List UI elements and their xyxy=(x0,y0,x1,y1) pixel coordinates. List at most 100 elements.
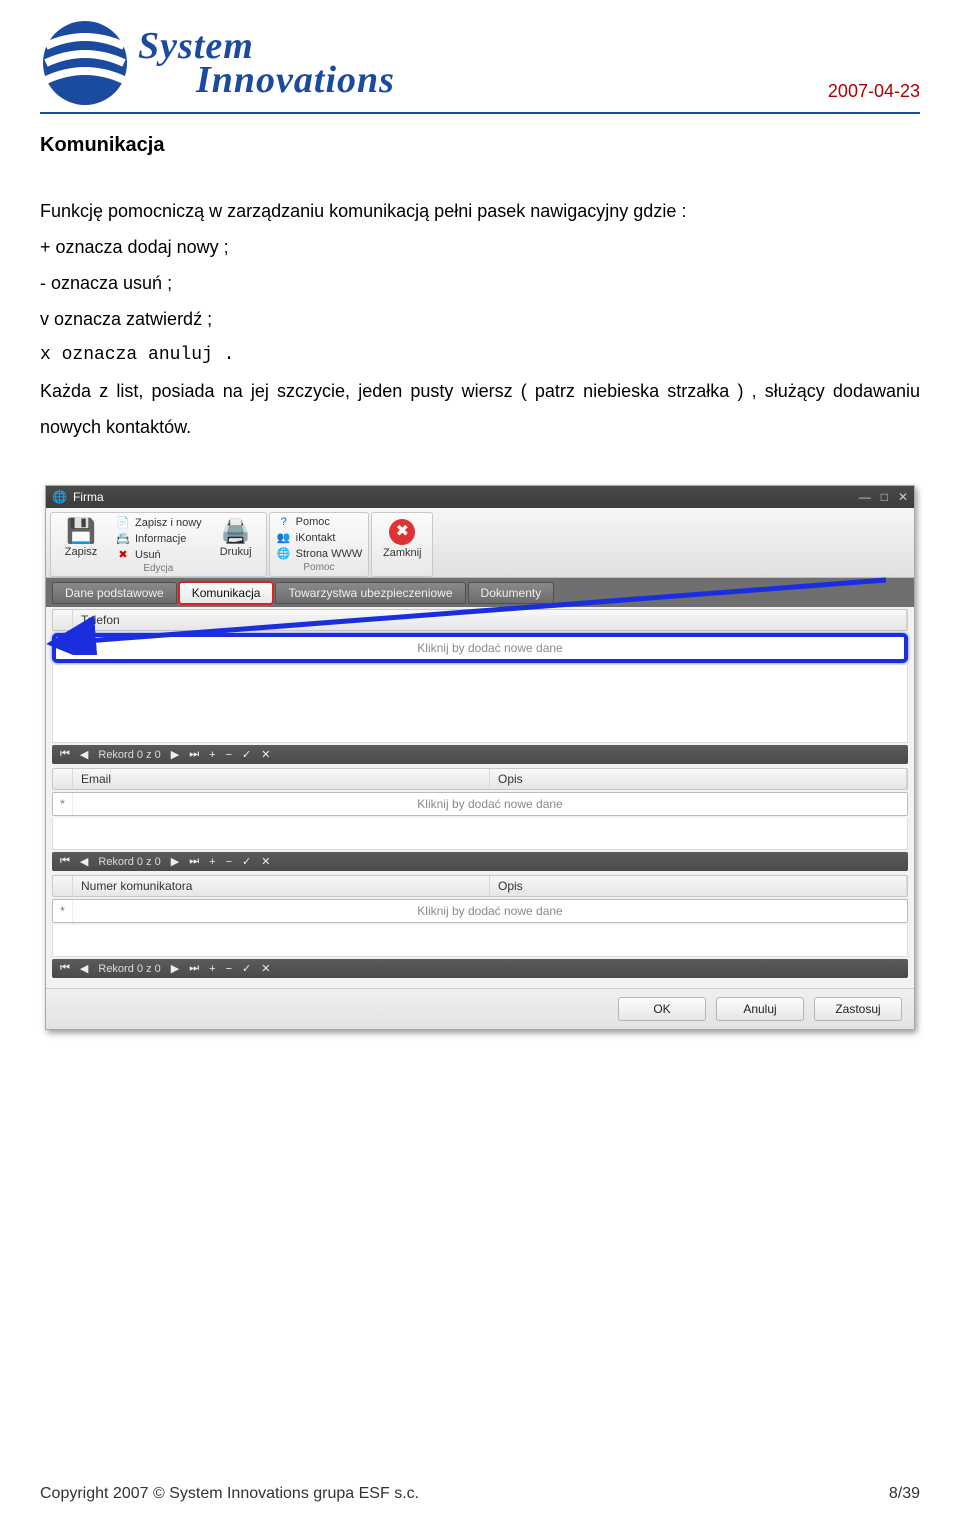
save-icon: 💾 xyxy=(66,520,96,544)
list-emails-header: Email Opis xyxy=(52,768,908,790)
maximize-icon[interactable]: □ xyxy=(881,490,888,504)
nav-add-icon[interactable]: + xyxy=(209,749,215,761)
paragraph-intro: Funkcję pomocniczą w zarządzaniu komunik… xyxy=(40,193,920,229)
nav-remove-icon-3[interactable]: − xyxy=(226,963,232,975)
header-blank-3 xyxy=(53,876,73,896)
nav-confirm-icon-3[interactable]: ✓ xyxy=(242,962,251,975)
help-button[interactable]: ? Pomoc xyxy=(272,515,367,529)
add-row-star-icon-2: * xyxy=(53,793,73,815)
header-telefon: Telefon xyxy=(73,610,907,630)
window-title: Firma xyxy=(73,490,104,504)
save-button[interactable]: 💾 Zapisz xyxy=(53,515,109,562)
close-label: Zamknij xyxy=(383,547,422,559)
body-text: Funkcję pomocniczą w zarządzaniu komunik… xyxy=(40,193,920,445)
ok-button[interactable]: OK xyxy=(618,997,706,1021)
nav-prev-icon-3[interactable]: ◀ xyxy=(80,962,88,975)
nav-next-icon-2[interactable]: ▶ xyxy=(171,855,179,868)
add-row-phone[interactable]: * Kliknij by dodać nowe dane xyxy=(52,633,908,663)
list-emails-body xyxy=(52,818,908,850)
nav-bar-communicator[interactable]: ⏮ ◀ Rekord 0 z 0 ▶ ⏭ + − ✓ ✕ xyxy=(52,959,908,978)
print-button[interactable]: 🖨️ Drukuj xyxy=(208,515,264,562)
save-new-icon: 📄 xyxy=(115,516,131,529)
header-date: 2007-04-23 xyxy=(828,81,920,108)
nav-bar-emails[interactable]: ⏮ ◀ Rekord 0 z 0 ▶ ⏭ + − ✓ ✕ xyxy=(52,852,908,871)
add-row-communicator-placeholder: Kliknij by dodać nowe dane xyxy=(73,900,907,922)
page-header: System Innovations 2007-04-23 xyxy=(40,18,920,114)
close-button[interactable]: ✖ Zamknij xyxy=(374,515,430,563)
ikontakt-icon: 👥 xyxy=(276,531,292,544)
ribbon-group-edit-label: Edycja xyxy=(53,562,264,574)
delete-button[interactable]: ✖Usuń xyxy=(111,547,206,562)
info-button[interactable]: 📇Informacje xyxy=(111,531,206,546)
ribbon-group-edit: 💾 Zapisz 📄 Zapisz i nowy 📇Informacje ✖Usu… xyxy=(50,512,267,577)
tab-communication[interactable]: Komunikacja xyxy=(179,582,274,604)
nav-confirm-icon-2[interactable]: ✓ xyxy=(242,855,251,868)
nav-record-text-3: Rekord 0 z 0 xyxy=(98,963,160,975)
ikontakt-label: iKontakt xyxy=(296,532,336,544)
save-and-new-button[interactable]: 📄 Zapisz i nowy xyxy=(111,515,206,530)
add-row-phone-placeholder: Kliknij by dodać nowe dane xyxy=(76,637,904,659)
help-icon: ? xyxy=(276,516,292,528)
add-row-communicator[interactable]: * Kliknij by dodać nowe dane xyxy=(52,899,908,923)
content-area: Telefon * Kliknij by dodać nowe dane ⏮ ◀… xyxy=(46,607,914,988)
add-row-email-placeholder: Kliknij by dodać nowe dane xyxy=(73,793,907,815)
logo-icon xyxy=(40,18,130,108)
nav-last-icon[interactable]: ⏭ xyxy=(189,748,199,761)
list-phones: Telefon * Kliknij by dodać nowe dane ⏮ ◀… xyxy=(52,609,908,764)
paragraph-note: Każda z list, posiada na jej szczycie, j… xyxy=(40,373,920,445)
header-opis-2: Opis xyxy=(490,876,907,896)
nav-prev-icon-2[interactable]: ◀ xyxy=(80,855,88,868)
nav-confirm-icon[interactable]: ✓ xyxy=(242,748,251,761)
info-label: Informacje xyxy=(135,533,186,545)
tab-insurance[interactable]: Towarzystwa ubezpieczeniowe xyxy=(275,582,465,604)
nav-record-text-2: Rekord 0 z 0 xyxy=(98,856,160,868)
nav-cancel-icon[interactable]: ✕ xyxy=(261,748,270,761)
delete-icon: ✖ xyxy=(115,548,131,561)
nav-first-icon[interactable]: ⏮ xyxy=(60,748,70,761)
nav-last-icon-2[interactable]: ⏭ xyxy=(189,855,199,868)
nav-bar-phones[interactable]: ⏮ ◀ Rekord 0 z 0 ▶ ⏭ + − ✓ ✕ xyxy=(52,745,908,764)
tabs-strip: Dane podstawowe Komunikacja Towarzystwa … xyxy=(46,578,914,607)
nav-last-icon-3[interactable]: ⏭ xyxy=(189,962,199,975)
list-communicator-body xyxy=(52,925,908,957)
list-communicator-header: Numer komunikatora Opis xyxy=(52,875,908,897)
legend-minus: - oznacza usuń ; xyxy=(40,265,920,301)
nav-cancel-icon-3[interactable]: ✕ xyxy=(261,962,270,975)
list-communicator: Numer komunikatora Opis * Kliknij by dod… xyxy=(52,875,908,978)
header-opis: Opis xyxy=(490,769,907,789)
save-new-label: Zapisz i nowy xyxy=(135,517,202,529)
nav-next-icon[interactable]: ▶ xyxy=(171,748,179,761)
close-window-icon[interactable]: ✕ xyxy=(898,490,908,504)
tab-documents[interactable]: Dokumenty xyxy=(468,582,555,604)
logo-word2: Innovations xyxy=(196,63,395,97)
minimize-icon[interactable]: — xyxy=(859,490,871,504)
header-blank xyxy=(53,610,73,630)
legend-plus: + oznacza dodaj nowy ; xyxy=(40,229,920,265)
nav-record-text: Rekord 0 z 0 xyxy=(98,749,160,761)
nav-add-icon-3[interactable]: + xyxy=(209,963,215,975)
nav-next-icon-3[interactable]: ▶ xyxy=(171,962,179,975)
nav-prev-icon[interactable]: ◀ xyxy=(80,748,88,761)
ikontakt-button[interactable]: 👥 iKontakt xyxy=(272,530,367,545)
nav-remove-icon-2[interactable]: − xyxy=(226,856,232,868)
nav-first-icon-2[interactable]: ⏮ xyxy=(60,855,70,868)
ribbon-group-help-label: Pomoc xyxy=(272,561,367,573)
add-row-email[interactable]: * Kliknij by dodać nowe dane xyxy=(52,792,908,816)
nav-first-icon-3[interactable]: ⏮ xyxy=(60,962,70,975)
print-label: Drukuj xyxy=(220,546,252,558)
list-phones-header: Telefon xyxy=(52,609,908,631)
print-icon: 🖨️ xyxy=(221,520,251,544)
apply-button[interactable]: Zastosuj xyxy=(814,997,902,1021)
www-button[interactable]: 🌐Strona WWW xyxy=(272,546,367,561)
list-emails: Email Opis * Kliknij by dodać nowe dane … xyxy=(52,768,908,871)
help-label: Pomoc xyxy=(296,516,330,528)
nav-cancel-icon-2[interactable]: ✕ xyxy=(261,855,270,868)
save-label: Zapisz xyxy=(65,546,97,558)
nav-add-icon-2[interactable]: + xyxy=(209,856,215,868)
header-email: Email xyxy=(73,769,490,789)
header-blank-2 xyxy=(53,769,73,789)
tab-basic-data[interactable]: Dane podstawowe xyxy=(52,582,177,604)
list-phones-body xyxy=(52,665,908,743)
nav-remove-icon[interactable]: − xyxy=(226,749,232,761)
cancel-button[interactable]: Anuluj xyxy=(716,997,804,1021)
